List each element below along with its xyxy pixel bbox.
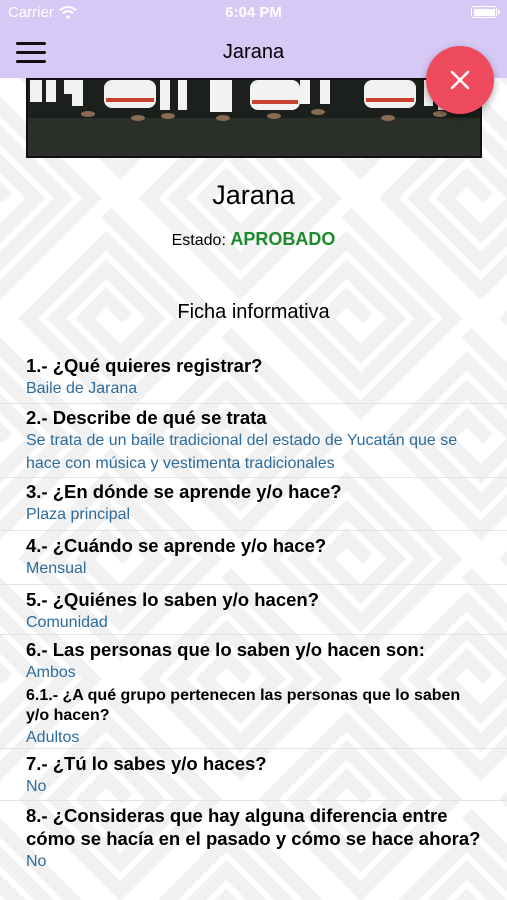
section-title: Ficha informativa bbox=[177, 301, 330, 323]
status-bar: Carrier 6:04 PM bbox=[0, 0, 507, 26]
answer: Comunidad bbox=[26, 614, 108, 631]
record-title: Jarana bbox=[212, 180, 295, 210]
divider bbox=[0, 584, 507, 585]
status-label: Estado: bbox=[171, 232, 226, 249]
question: 3.- ¿En dónde se aprende y/o hace? bbox=[26, 481, 342, 502]
answer: Se trata de un baile tradicional del est… bbox=[26, 432, 458, 472]
divider bbox=[0, 477, 507, 478]
question: 2.- Describe de qué se trata bbox=[26, 407, 267, 428]
status-badge: APROBADO bbox=[230, 229, 336, 249]
qa-item-1: 1.- ¿Qué quieres registrar? Baile de Jar… bbox=[26, 354, 486, 400]
question: 6.1.- ¿A qué grupo pertenecen las person… bbox=[26, 687, 461, 724]
qa-item-3: 3.- ¿En dónde se aprende y/o hace? Plaza… bbox=[26, 480, 486, 526]
qa-item-2: 2.- Describe de qué se trata Se trata de… bbox=[26, 406, 486, 475]
qa-item-4: 4.- ¿Cuándo se aprende y/o hace? Mensual bbox=[26, 534, 486, 580]
qa-item-6-1: 6.1.- ¿A qué grupo pertenecen las person… bbox=[26, 686, 486, 749]
answer: Baile de Jarana bbox=[26, 380, 138, 397]
clock: 6:04 PM bbox=[225, 4, 282, 21]
question: 7.- ¿Tú lo sabes y/o haces? bbox=[26, 753, 267, 774]
divider bbox=[0, 634, 507, 635]
divider bbox=[0, 748, 507, 749]
dance-photo bbox=[26, 78, 482, 158]
answer: Plaza principal bbox=[26, 506, 131, 523]
question: 4.- ¿Cuándo se aprende y/o hace? bbox=[26, 535, 327, 556]
close-button[interactable] bbox=[426, 46, 494, 114]
question: 8.- ¿Consideras que hay alguna diferenci… bbox=[26, 805, 481, 849]
answer: Mensual bbox=[26, 560, 87, 577]
qa-item-5: 5.- ¿Quiénes lo saben y/o hacen? Comunid… bbox=[26, 588, 486, 634]
battery-icon bbox=[471, 6, 500, 18]
answer: Ambos bbox=[26, 664, 76, 681]
answer: No bbox=[26, 853, 47, 870]
question: 5.- ¿Quiénes lo saben y/o hacen? bbox=[26, 589, 319, 610]
qa-item-7: 7.- ¿Tú lo sabes y/o haces? No bbox=[26, 752, 486, 798]
answer: No bbox=[26, 778, 47, 795]
question: 6.- Las personas que lo saben y/o hacen … bbox=[26, 639, 425, 660]
dance-photo-art bbox=[28, 80, 480, 156]
answer: Adultos bbox=[26, 729, 80, 746]
qa-item-8: 8.- ¿Consideras que hay alguna diferenci… bbox=[26, 804, 486, 873]
divider bbox=[0, 403, 507, 404]
close-icon bbox=[450, 70, 470, 90]
status-line: Estado: APROBADO bbox=[0, 229, 507, 250]
question: 1.- ¿Qué quieres registrar? bbox=[26, 355, 263, 376]
qa-item-6: 6.- Las personas que lo saben y/o hacen … bbox=[26, 638, 486, 684]
divider bbox=[0, 800, 507, 801]
divider bbox=[0, 530, 507, 531]
